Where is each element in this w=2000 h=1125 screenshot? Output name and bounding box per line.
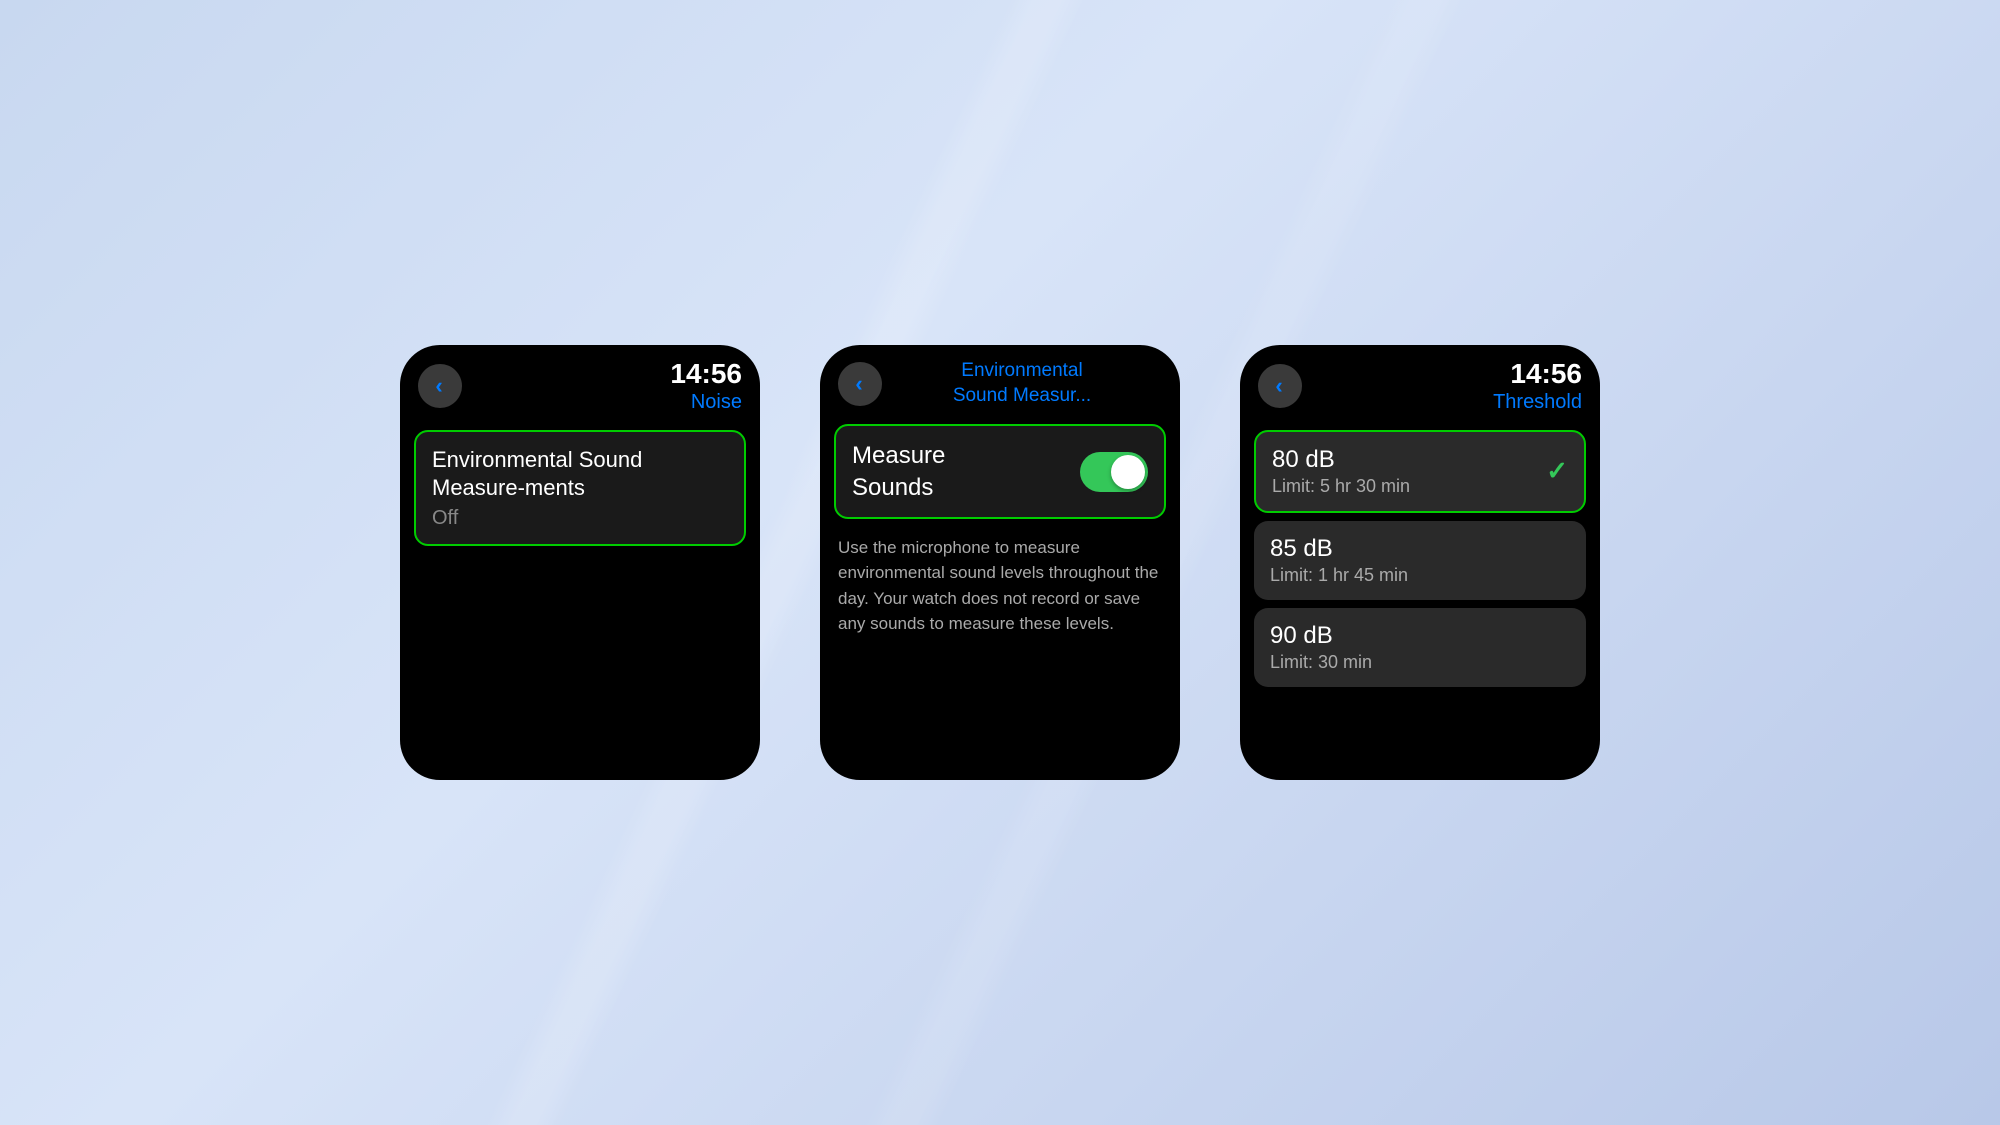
threshold-90db-value: 90 dB [1270,622,1570,650]
screen3-content: 80 dB Limit: 5 hr 30 min ✓ 85 dB Limit: … [1240,422,1600,695]
menu-item-sub-text: Off [432,507,728,530]
screen2-title: Environmental Sound Measur... [890,359,1154,408]
back-button-1[interactable]: ‹ [418,364,462,408]
threshold-85db-limit: Limit: 1 hr 45 min [1270,565,1570,586]
screen3-title: Threshold [1493,390,1582,414]
screen2-content: Measure Sounds Use the microphone to mea… [820,416,1180,644]
chevron-left-icon: ‹ [435,375,442,397]
screen1-header: ‹ 14:56 Noise [400,345,760,422]
environmental-sound-menu-item[interactable]: Environmental Sound Measure-ments Off [414,430,746,546]
screen1-title: Noise [670,390,742,414]
checkmark-icon: ✓ [1546,456,1568,487]
measure-sounds-label: Measure Sounds [852,440,945,502]
watch-screen-3: ‹ 14:56 Threshold 80 dB Limit: 5 hr 30 m… [1240,345,1600,780]
threshold-80db-value: 80 dB [1272,446,1568,474]
toggle-knob [1111,455,1145,489]
measure-sounds-toggle[interactable] [1080,452,1148,492]
threshold-item-80db[interactable]: 80 dB Limit: 5 hr 30 min ✓ [1254,430,1586,513]
measure-sounds-description: Use the microphone to measure environmen… [834,535,1166,637]
threshold-80db-limit: Limit: 5 hr 30 min [1272,476,1568,497]
screen2-header: ‹ Environmental Sound Measur... [820,345,1180,416]
screen3-time: 14:56 [1493,359,1582,390]
back-button-3[interactable]: ‹ [1258,364,1302,408]
measure-sounds-toggle-row[interactable]: Measure Sounds [834,424,1166,518]
screen1-content: Environmental Sound Measure-ments Off [400,422,760,554]
chevron-left-icon-3: ‹ [1275,375,1282,397]
screen3-header: ‹ 14:56 Threshold [1240,345,1600,422]
screen1-time: 14:56 [670,359,742,390]
screen1-header-right: 14:56 Noise [670,359,742,414]
threshold-85db-value: 85 dB [1270,535,1570,563]
threshold-item-90db[interactable]: 90 dB Limit: 30 min [1254,608,1586,687]
chevron-left-icon-2: ‹ [855,373,862,395]
back-button-2[interactable]: ‹ [838,362,882,406]
threshold-item-85db[interactable]: 85 dB Limit: 1 hr 45 min [1254,521,1586,600]
screen2-header-center: Environmental Sound Measur... [882,359,1162,408]
watch-screen-1: ‹ 14:56 Noise Environmental Sound Measur… [400,345,760,780]
watch-screen-2: ‹ Environmental Sound Measur... Measure … [820,345,1180,780]
threshold-90db-limit: Limit: 30 min [1270,652,1570,673]
menu-item-main-text: Environmental Sound Measure-ments [432,446,728,503]
screen3-header-right: 14:56 Threshold [1493,359,1582,414]
